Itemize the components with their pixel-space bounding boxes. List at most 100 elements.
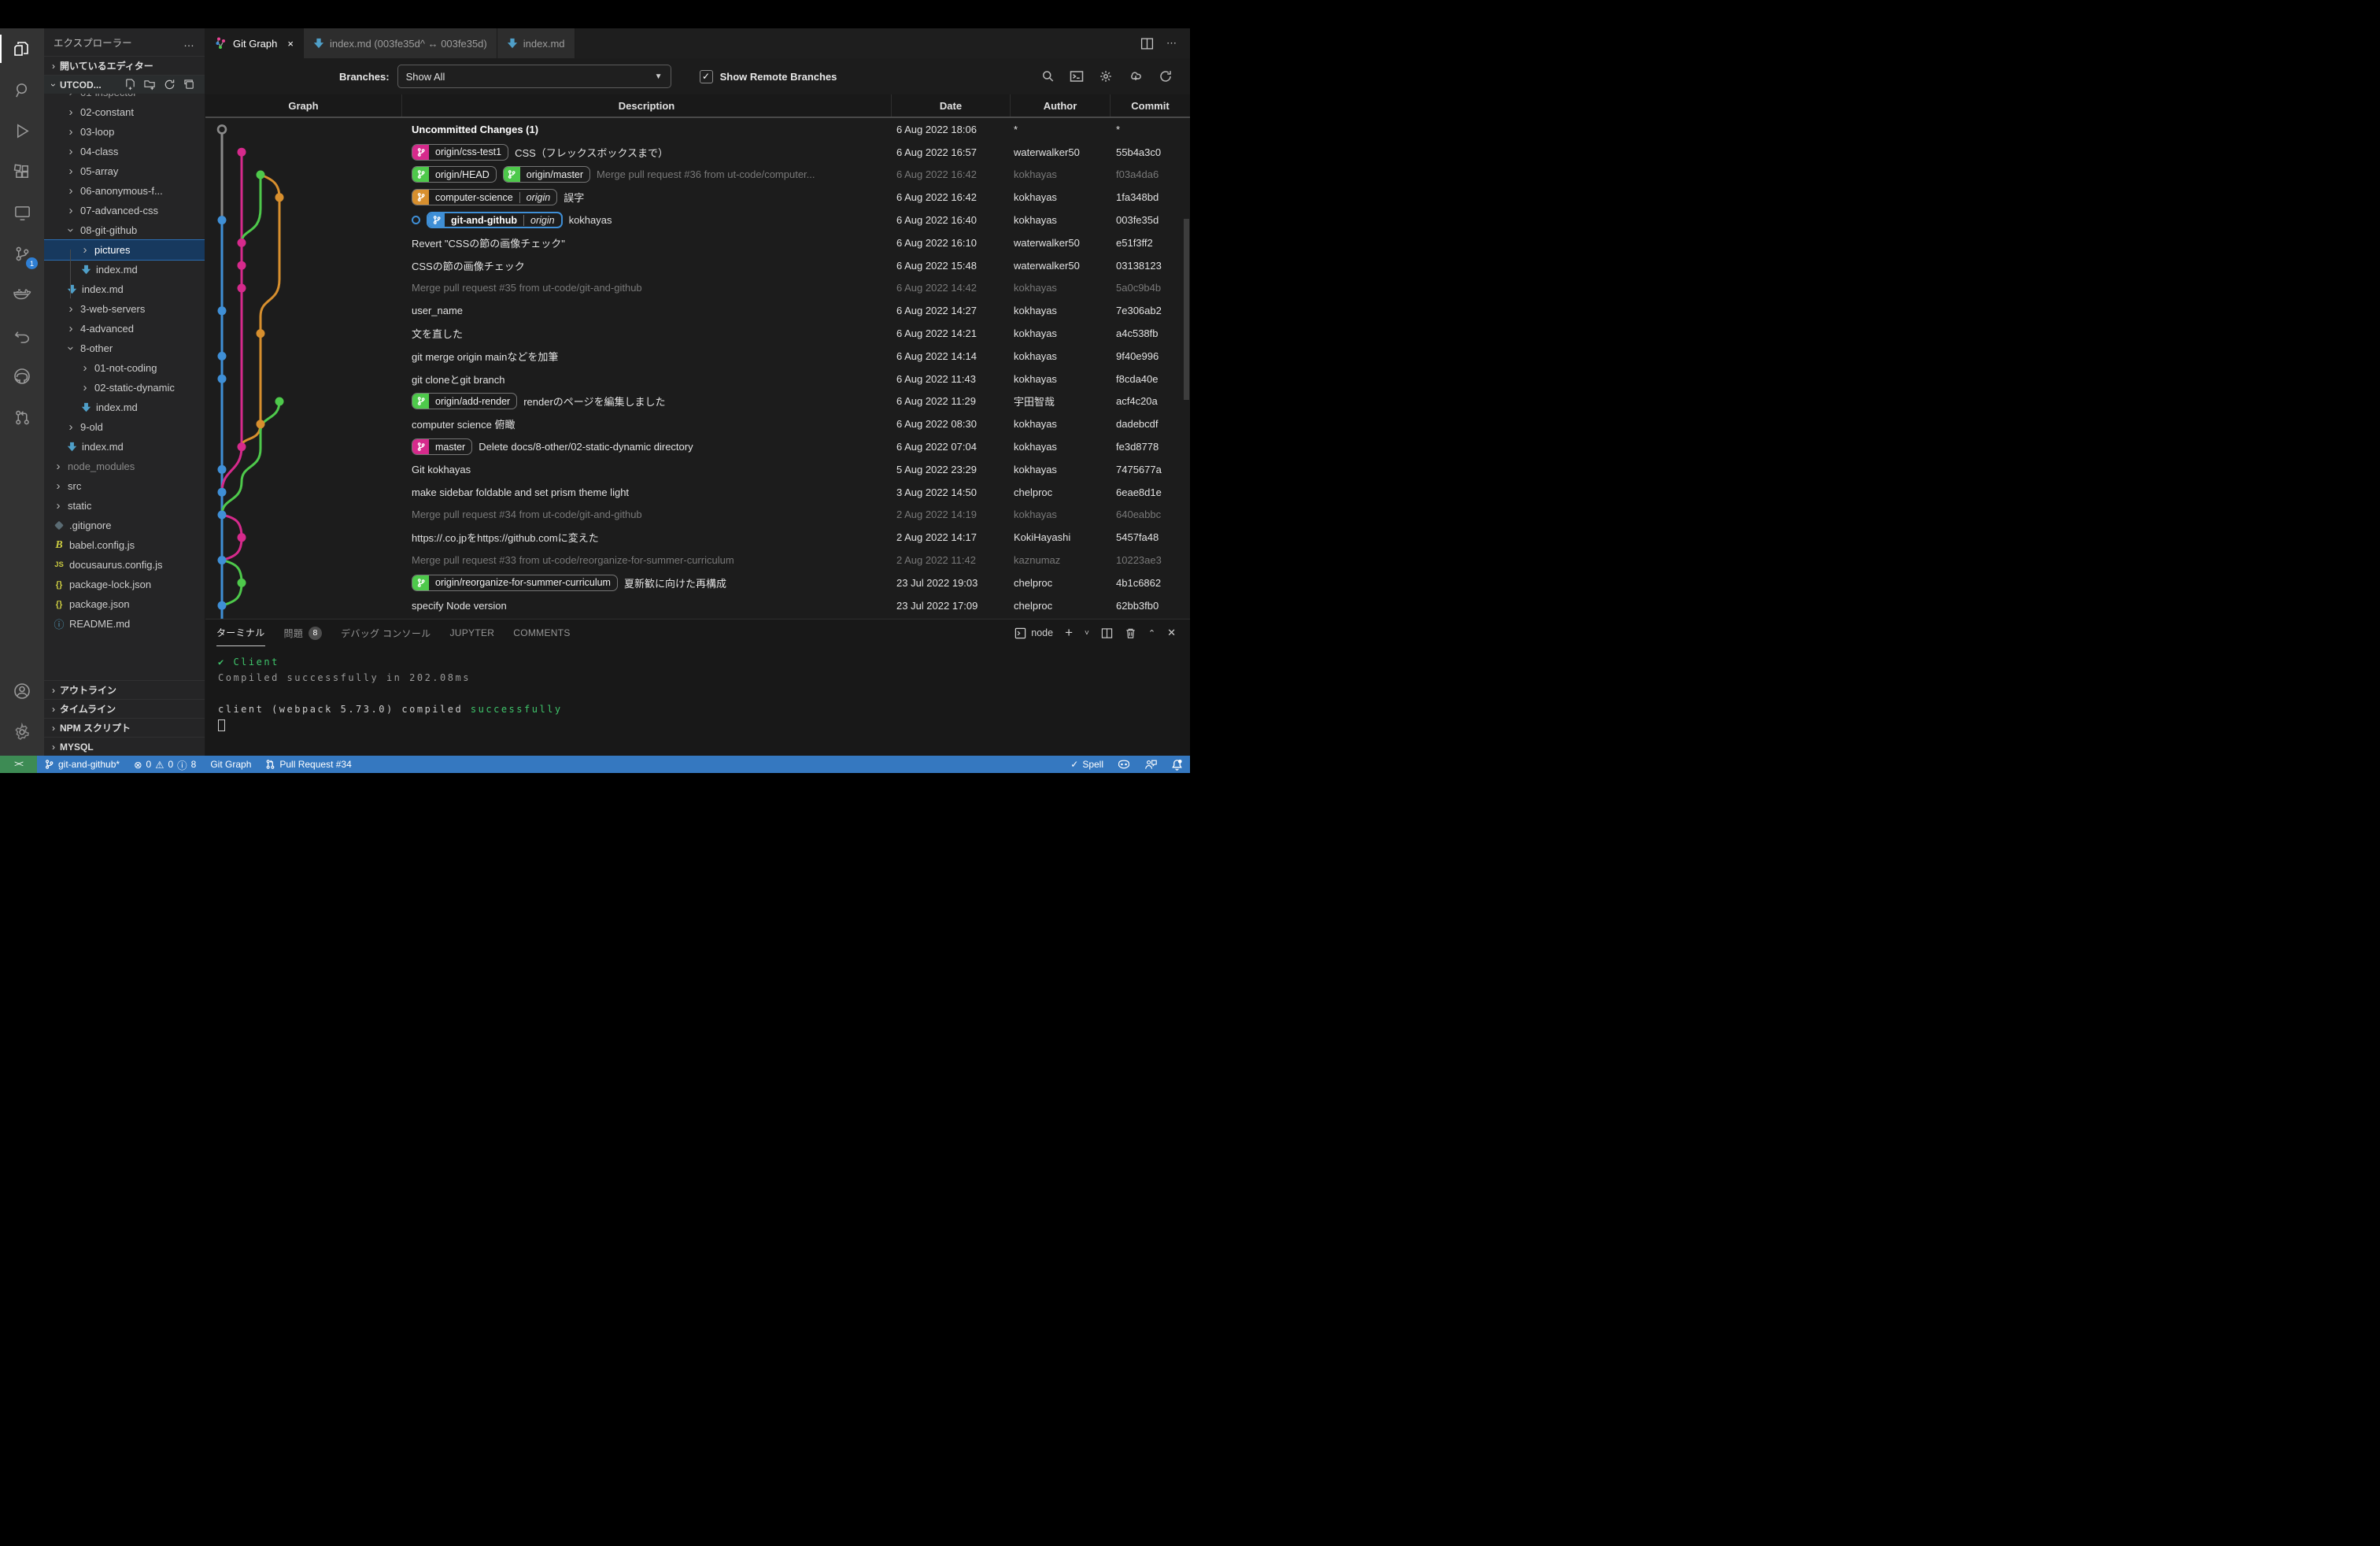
commit-node[interactable] [218, 601, 227, 610]
tree-item-02-static-dynamic[interactable]: ›02-static-dynamic [44, 378, 205, 398]
show-remote-checkbox[interactable]: ✓ [700, 70, 713, 83]
graph-search-icon[interactable] [1040, 69, 1055, 83]
commit-node[interactable] [238, 533, 246, 542]
branch-badge[interactable]: origin/master [503, 166, 590, 183]
tree-item-01-inspector[interactable]: ›01-inspector [44, 94, 205, 102]
source-control-icon[interactable]: 1 [0, 233, 44, 274]
tree-item-package-lock.json[interactable]: {}package-lock.json [44, 575, 205, 594]
tree-item-static[interactable]: ›static [44, 496, 205, 516]
tree-item-node_modules[interactable]: ›node_modules [44, 457, 205, 476]
branch-badge[interactable]: computer-scienceorigin [412, 189, 557, 205]
tree-item-pictures[interactable]: ›pictures [44, 240, 205, 260]
branch-badge[interactable]: origin/css-test1 [412, 144, 508, 161]
branch-badge[interactable]: origin/reorganize-for-summer-curriculum [412, 575, 618, 591]
open-editors-section[interactable]: ›開いているエディター [44, 56, 205, 75]
terminal-icon[interactable] [1070, 69, 1084, 83]
branch-badge[interactable]: git-and-githuborigin [427, 212, 563, 228]
tree-item-index.md[interactable]: index.md [44, 260, 205, 279]
tree-item-package.json[interactable]: {}package.json [44, 594, 205, 614]
maximize-panel-icon[interactable]: ⌃ [1148, 628, 1155, 638]
uncommitted-node[interactable] [218, 125, 226, 133]
timeline-section[interactable]: ›タイムライン [44, 699, 205, 718]
tab-problems[interactable]: 問題8 [284, 620, 323, 646]
new-folder-icon[interactable] [144, 79, 156, 91]
commit-node[interactable] [218, 375, 227, 383]
branch-status[interactable]: git-and-github* [37, 756, 127, 773]
commit-node[interactable] [218, 306, 227, 315]
commit-node[interactable] [257, 329, 265, 338]
tree-item-05-array[interactable]: ›05-array [44, 161, 205, 181]
tree-item-README.md[interactable]: ⓘREADME.md [44, 614, 205, 634]
spell-status[interactable]: ✓Spell [1063, 756, 1111, 773]
commit-node[interactable] [257, 420, 265, 428]
commit-node[interactable] [218, 465, 227, 474]
docker-icon[interactable] [0, 274, 44, 315]
terminal-dropdown-icon[interactable]: ˅ [1085, 629, 1089, 638]
commit-node[interactable] [218, 352, 227, 361]
column-author[interactable]: Author [1011, 94, 1111, 117]
tree-item-index.md[interactable]: index.md [44, 279, 205, 299]
tree-item-08-git-github[interactable]: ›08-git-github [44, 220, 205, 240]
branches-dropdown[interactable]: Show All ▼ [397, 65, 671, 88]
tab-comments[interactable]: COMMENTS [513, 620, 570, 646]
column-date[interactable]: Date [892, 94, 1011, 117]
pull-request-icon[interactable] [0, 397, 44, 438]
commit-node[interactable] [275, 193, 284, 202]
refresh-graph-icon[interactable] [1159, 69, 1173, 83]
tree-item-index.md[interactable]: index.md [44, 398, 205, 417]
problems-status[interactable]: ⊗0 ⚠0 ⓘ8 [127, 756, 203, 773]
copilot-status[interactable] [1111, 756, 1137, 773]
close-tab-icon[interactable]: × [287, 38, 294, 50]
pull-request-status[interactable]: Pull Request #34 [258, 756, 358, 773]
tree-item-index.md[interactable]: index.md [44, 437, 205, 457]
outline-section[interactable]: ›アウトライン [44, 680, 205, 699]
tab-debug-console[interactable]: デバッグ コンソール [341, 620, 431, 646]
sidebar-more-icon[interactable]: … [183, 36, 195, 49]
tree-item-03-loop[interactable]: ›03-loop [44, 122, 205, 142]
commit-node[interactable] [238, 148, 246, 157]
git-graph-status[interactable]: Git Graph [203, 756, 258, 773]
commit-node[interactable] [238, 261, 246, 270]
commit-node[interactable] [238, 239, 246, 247]
close-panel-icon[interactable]: ✕ [1167, 627, 1176, 639]
terminal-output[interactable]: ✔ Client Compiled successfully in 202.08… [205, 646, 1190, 756]
shell-selector[interactable]: node [1014, 627, 1053, 639]
tree-item-4-advanced[interactable]: ›4-advanced [44, 319, 205, 338]
settings-gear-icon[interactable] [0, 712, 44, 753]
commit-node[interactable] [218, 216, 227, 224]
npm-scripts-section[interactable]: ›NPM スクリプト [44, 718, 205, 737]
column-graph[interactable]: Graph [205, 94, 402, 117]
tab-git-graph[interactable]: Git Graph × [205, 28, 304, 58]
cloud-download-icon[interactable] [1128, 69, 1144, 83]
commit-node[interactable] [218, 511, 227, 520]
tree-item-.gitignore[interactable]: .gitignore [44, 516, 205, 535]
github-icon[interactable] [0, 356, 44, 397]
commit-node[interactable] [238, 579, 246, 587]
tab-index-md[interactable]: index.md [497, 28, 575, 58]
graph-settings-icon[interactable] [1099, 69, 1113, 83]
tree-item-babel.config.js[interactable]: Bbabel.config.js [44, 535, 205, 555]
tab-terminal[interactable]: ターミナル [216, 620, 265, 646]
workspace-section[interactable]: ›UTCOD... [44, 75, 205, 94]
column-commit[interactable]: Commit [1111, 94, 1190, 117]
tree-item-3-web-servers[interactable]: ›3-web-servers [44, 299, 205, 319]
curved-arrow-icon[interactable] [0, 315, 44, 356]
tab-index-md-diff[interactable]: index.md (003fe35d^ ↔ 003fe35d) [304, 28, 497, 58]
remote-explorer-icon[interactable] [0, 192, 44, 233]
tree-item-06-anonymous-f...[interactable]: ›06-anonymous-f... [44, 181, 205, 201]
tree-item-04-class[interactable]: ›04-class [44, 142, 205, 161]
kill-terminal-icon[interactable] [1125, 627, 1136, 639]
new-terminal-icon[interactable]: + [1065, 625, 1073, 641]
notifications-bell-icon[interactable] [1164, 756, 1190, 773]
branch-badge[interactable]: origin/add-render [412, 393, 517, 409]
account-icon[interactable] [0, 671, 44, 712]
search-icon[interactable] [0, 69, 44, 110]
vertical-scrollbar[interactable] [1184, 219, 1189, 400]
refresh-explorer-icon[interactable] [164, 79, 176, 91]
commit-node[interactable] [275, 398, 284, 406]
new-file-icon[interactable] [124, 79, 136, 91]
commit-node[interactable] [218, 488, 227, 497]
split-terminal-icon[interactable] [1101, 627, 1113, 639]
mysql-section[interactable]: ›MYSQL [44, 737, 205, 756]
column-description[interactable]: Description [402, 94, 892, 117]
